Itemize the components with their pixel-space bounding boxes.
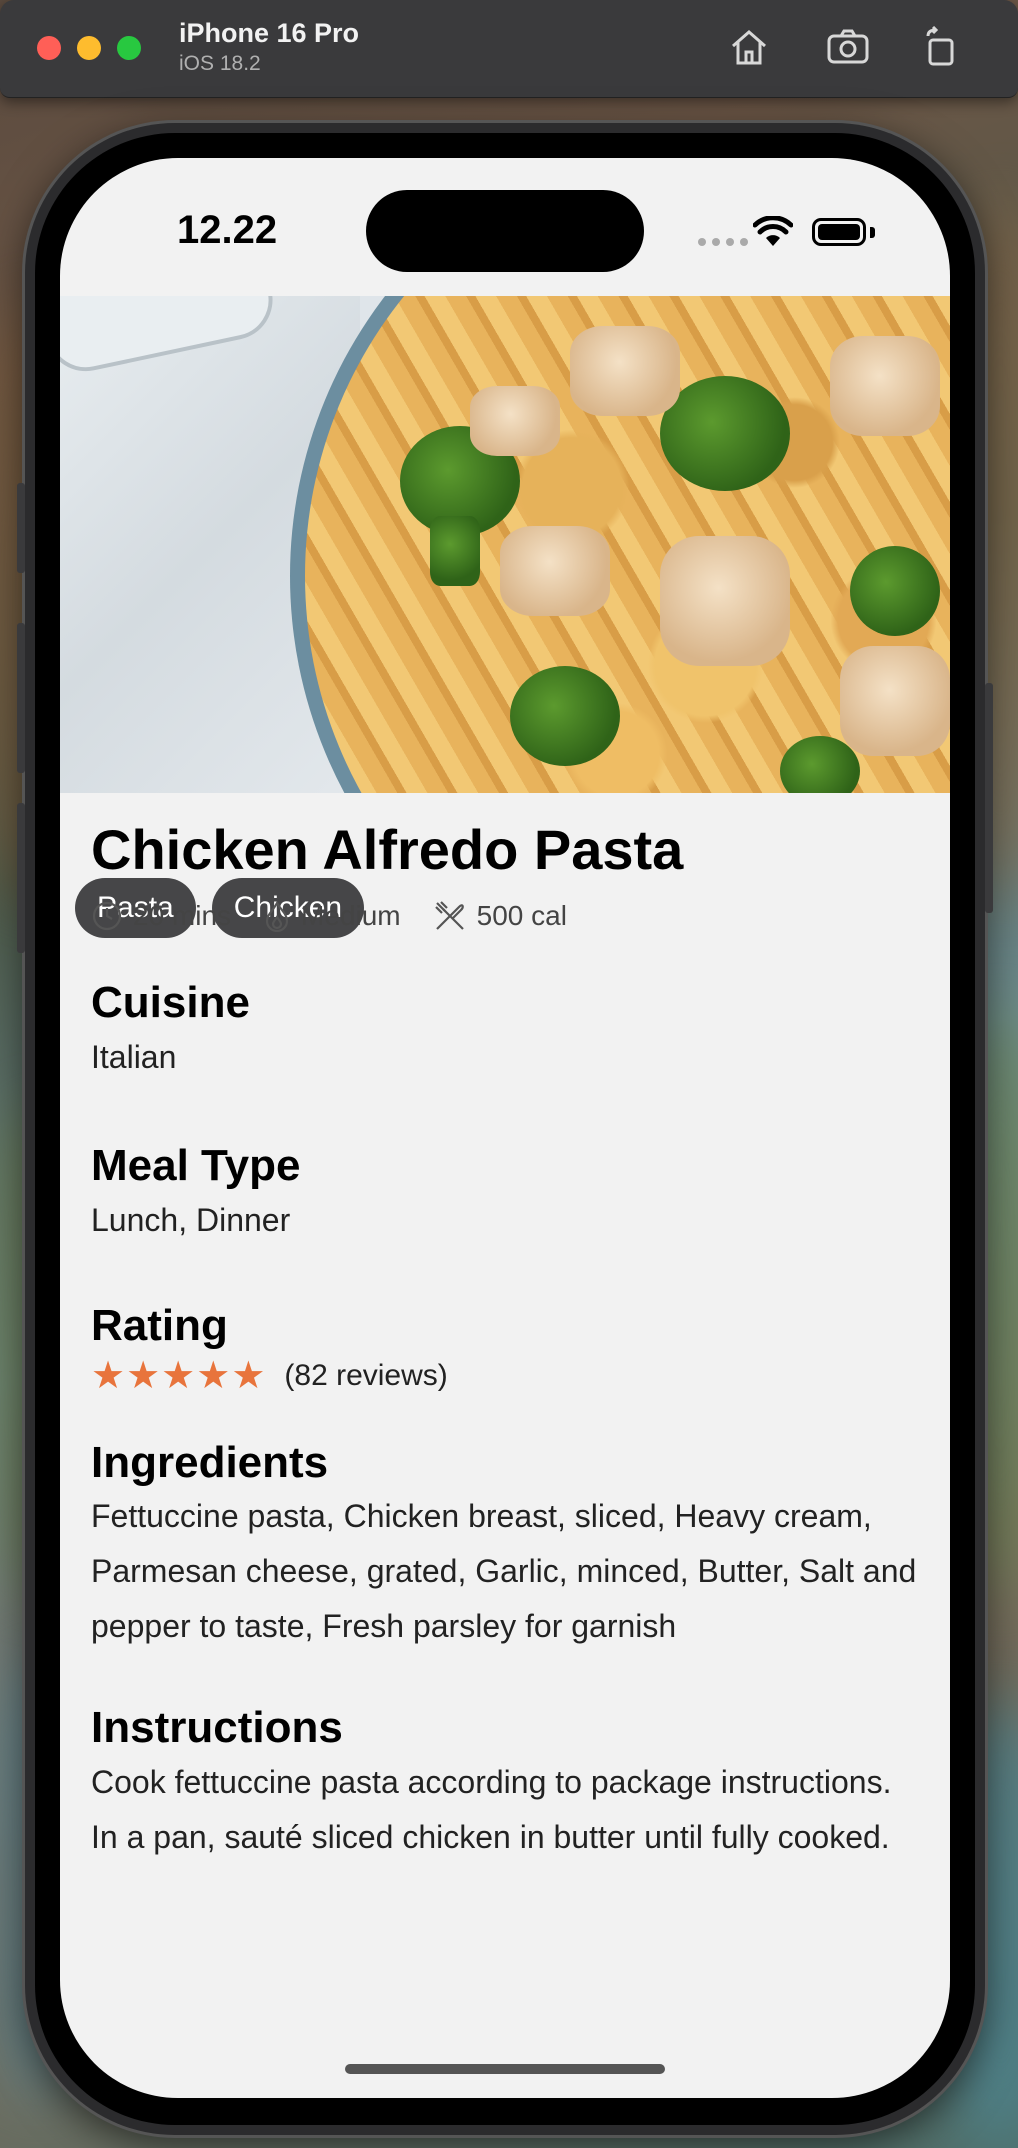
broccoli-stem: [430, 516, 480, 586]
cuisine-value: Italian: [91, 1038, 177, 1075]
star-icon: ★: [196, 1354, 231, 1397]
instructions-heading: Instructions: [91, 1703, 343, 1753]
power-button: [985, 683, 993, 913]
chicken-piece: [570, 326, 680, 416]
difficulty-value: Medium: [301, 900, 401, 932]
cuisine-section: Cuisine Italian: [91, 977, 921, 1085]
screenshot-button[interactable]: [823, 22, 873, 72]
difficulty: Medium: [263, 900, 401, 933]
cuisine-heading: Cuisine: [91, 978, 250, 1028]
cook-time: 20 mins: [91, 900, 231, 932]
rating-section: Rating ★ ★ ★ ★ ★ (82 reviews): [91, 1300, 921, 1395]
battery-tip: [870, 227, 875, 238]
home-icon: [732, 30, 766, 65]
recipe-title: Chicken Alfredo Pasta: [91, 818, 684, 881]
dynamic-island: [366, 190, 644, 272]
iphone-device-frame: 12.22 Pasta Chicken Chicken Alfredo Past…: [17, 123, 993, 2135]
fork-knife-icon: [434, 901, 464, 930]
cellular-signal-icon: [698, 238, 748, 246]
star-icon: ★: [161, 1354, 196, 1397]
star-icon: ★: [126, 1354, 161, 1397]
calories-value: 500 cal: [476, 900, 567, 932]
screenshot-icon: [827, 29, 869, 64]
minimize-window-button[interactable]: [77, 36, 101, 60]
clock-icon: [92, 902, 122, 931]
ingredients-heading: Ingredients: [91, 1437, 329, 1487]
instruction-step-1: Cook fettuccine pasta according to packa…: [91, 1764, 892, 1801]
os-version: iOS 18.2: [179, 52, 261, 75]
battery-icon: [812, 218, 866, 246]
review-count: (82 reviews): [284, 1358, 448, 1392]
rotate-button[interactable]: [915, 22, 965, 72]
meal-type-section: Meal Type Lunch, Dinner: [91, 1140, 921, 1248]
star-icon: ★: [91, 1354, 126, 1397]
device-name: iPhone 16 Pro: [179, 18, 360, 48]
instructions-section: Instructions Cook fettuccine pasta accor…: [91, 1702, 921, 1865]
meal-type-value: Lunch, Dinner: [91, 1201, 291, 1238]
chicken-piece: [660, 536, 790, 666]
cook-time-value: 20 mins: [133, 900, 232, 932]
ingredients-list: Fettuccine pasta, Chicken breast, sliced…: [91, 1498, 917, 1645]
recipe-meta: 20 mins Medium 500 cal: [91, 899, 921, 933]
action-button: [17, 483, 25, 573]
home-indicator[interactable]: [345, 2064, 665, 2074]
recipe-details: Chicken Alfredo Pasta 20 mins Medium 500…: [91, 808, 921, 1865]
volume-up-button: [17, 623, 25, 773]
app-screen[interactable]: 12.22 Pasta Chicken Chicken Alfredo Past…: [60, 158, 950, 2098]
zoom-window-button[interactable]: [117, 36, 141, 60]
flame-icon: [265, 900, 289, 933]
meal-type-heading: Meal Type: [91, 1140, 301, 1190]
status-time: 12.22: [177, 208, 278, 252]
chicken-piece: [830, 336, 940, 436]
chicken-piece: [500, 526, 610, 616]
rating-stars: ★ ★ ★ ★ ★ (82 reviews): [91, 1357, 921, 1395]
calories: 500 cal: [433, 899, 567, 933]
wifi-icon: [753, 216, 793, 246]
ingredients-section: Ingredients Fettuccine pasta, Chicken br…: [91, 1437, 921, 1655]
rotate-icon: [926, 26, 954, 66]
star-icon: ★: [231, 1354, 266, 1397]
recipe-hero-image: [60, 296, 950, 793]
broccoli: [510, 666, 620, 766]
instruction-step-2: In a pan, sauté sliced chicken in butter…: [91, 1819, 890, 1856]
home-button[interactable]: [724, 22, 774, 72]
broccoli: [850, 546, 940, 636]
rating-heading: Rating: [91, 1300, 228, 1350]
close-window-button[interactable]: [37, 36, 61, 60]
simulator-title-bar: iPhone 16 Pro iOS 18.2: [0, 0, 1018, 98]
volume-down-button: [17, 803, 25, 953]
chicken-piece: [840, 646, 950, 756]
chicken-piece: [470, 386, 560, 456]
